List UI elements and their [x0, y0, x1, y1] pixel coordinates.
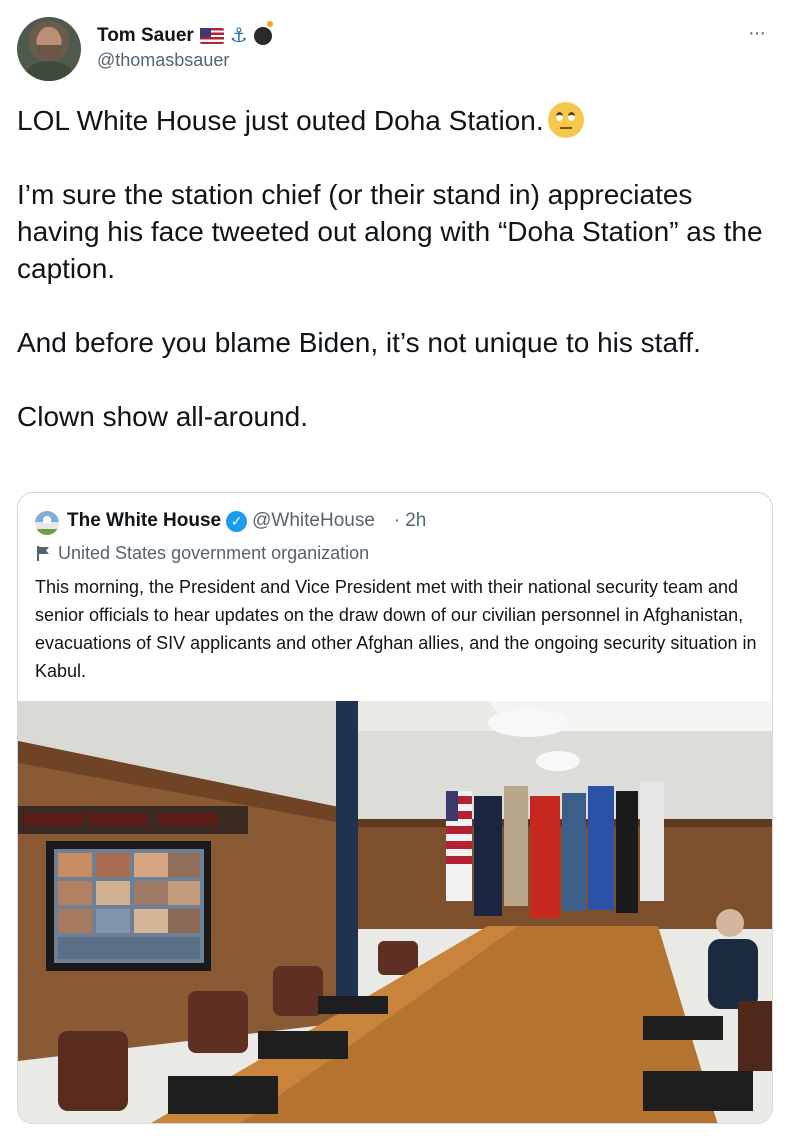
- government-label[interactable]: United States government organization: [37, 543, 369, 564]
- quoted-name[interactable]: The White House: [67, 510, 221, 532]
- tweet-paragraph-3: And before you blame Biden, it’s not uni…: [17, 327, 701, 358]
- author-avatar[interactable]: [17, 17, 81, 81]
- quoted-handle[interactable]: @WhiteHouse: [252, 510, 375, 532]
- author-name[interactable]: Tom Sauer: [97, 25, 194, 47]
- more-options-icon[interactable]: ···: [748, 22, 766, 45]
- tweet-text: LOL White House just outed Doha Station.…: [17, 102, 777, 435]
- tweet: Tom Sauer ⚓ @thomasbsauer ··· LOL White …: [0, 0, 788, 1146]
- verified-badge-icon: ✓: [226, 510, 248, 532]
- tweet-paragraph-1-text: LOL White House just outed Doha Station.: [17, 105, 544, 136]
- tweet-paragraph-2: I’m sure the station chief (or their sta…: [17, 179, 763, 284]
- bomb-icon: [253, 20, 273, 45]
- quoted-text: This morning, the President and Vice Pre…: [35, 577, 757, 681]
- tweet-paragraph-1: LOL White House just outed Doha Station.: [17, 102, 777, 139]
- quoted-header: The White House ✓ @WhiteHouse · 2h: [67, 510, 426, 532]
- quoted-time[interactable]: 2h: [405, 510, 426, 532]
- flag-icon: [37, 546, 50, 561]
- quoted-tweet[interactable]: The White House ✓ @WhiteHouse · 2h Unite…: [17, 492, 773, 1124]
- face-with-rolling-eyes-icon: [547, 102, 584, 138]
- tweet-paragraph-4: Clown show all-around.: [17, 401, 309, 432]
- anchor-icon: ⚓: [229, 25, 248, 47]
- us-flag-icon: [199, 27, 224, 44]
- author-handle[interactable]: @thomasbsauer: [97, 50, 229, 71]
- quoted-avatar[interactable]: [35, 511, 59, 535]
- quoted-separator: ·: [393, 510, 401, 531]
- government-label-text: United States government organization: [58, 543, 370, 563]
- situation-room-photo[interactable]: [18, 701, 772, 1123]
- author-name-row: Tom Sauer ⚓: [97, 20, 273, 48]
